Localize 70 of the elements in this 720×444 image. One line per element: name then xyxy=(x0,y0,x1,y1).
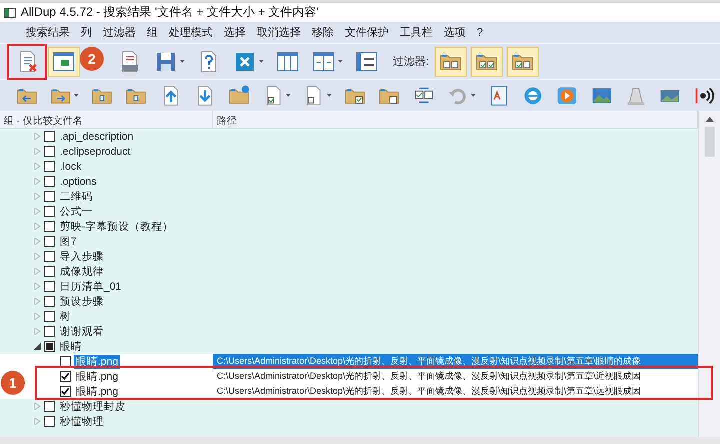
checkbox[interactable] xyxy=(44,131,55,142)
highlight-frame xyxy=(7,44,47,80)
group-name: 谢谢观看 xyxy=(59,324,105,338)
checkbox[interactable] xyxy=(44,221,55,232)
group-name: 日历清单_01 xyxy=(59,280,123,294)
menu-item[interactable]: 搜索结果 xyxy=(26,25,70,40)
checkbox[interactable] xyxy=(44,416,55,427)
file-path: C:\Users\Administrator\Desktop\光的折射、反射、平面镜成像、漫反射\知识点视频录制\第五章\近视眼成因 xyxy=(216,370,642,383)
checkbox[interactable] xyxy=(60,371,71,382)
menu-item[interactable]: 列 xyxy=(81,25,92,40)
menu-item[interactable]: 选项 xyxy=(444,25,466,40)
checkbox[interactable] xyxy=(44,401,55,412)
menu-item[interactable]: 处理模式 xyxy=(169,25,213,40)
checkbox[interactable] xyxy=(44,161,55,172)
checkbox[interactable] xyxy=(44,326,55,337)
group-name: 眼睛 xyxy=(59,340,83,354)
group-name: 导入步骤 xyxy=(59,250,105,264)
file-name[interactable]: 眼睛.png xyxy=(74,384,120,398)
caret-icon xyxy=(327,94,332,97)
menu-item[interactable]: ? xyxy=(477,26,484,38)
checkbox[interactable] xyxy=(44,281,55,292)
menu-item[interactable]: 移除 xyxy=(312,25,334,40)
group-name: 二维码 xyxy=(59,190,94,204)
menu-item[interactable]: 过滤器 xyxy=(103,25,136,40)
columns-icon xyxy=(276,50,300,74)
checkbox[interactable] xyxy=(44,191,55,202)
group-name: 成像规律 xyxy=(59,264,105,278)
checkbox[interactable] xyxy=(44,311,55,322)
caret-icon xyxy=(338,60,343,63)
checkbox[interactable] xyxy=(44,236,55,247)
caret-icon xyxy=(470,94,476,97)
file-path: C:\Users\Administrator\Desktop\光的折射、反射、平面镜成像、漫反射\知识点视频录制\第五章\远视眼成因 xyxy=(216,385,642,398)
group-name: .eclipseproduct xyxy=(59,144,132,158)
menu-item[interactable]: 文件保护 xyxy=(345,25,389,40)
group-name: 秒懂物理封皮 xyxy=(59,400,127,414)
app-icon xyxy=(4,6,16,18)
caret-icon xyxy=(286,94,292,97)
group-name: 剪映-字幕预设（教程） xyxy=(59,220,174,234)
checkbox[interactable] xyxy=(44,341,55,352)
group-name: .api_description xyxy=(59,130,135,144)
scroll-thumb[interactable] xyxy=(704,127,714,157)
group-name: .options xyxy=(59,174,98,188)
caret-icon xyxy=(74,94,80,97)
columns-icon xyxy=(312,50,336,74)
checkbox[interactable] xyxy=(44,206,55,217)
scroll-up-icon[interactable] xyxy=(706,116,714,122)
checkbox[interactable] xyxy=(60,356,71,367)
checkbox[interactable] xyxy=(44,176,55,187)
menu-item[interactable]: 取消选择 xyxy=(257,25,301,40)
filter-label: 过滤器: xyxy=(392,55,430,69)
file-name[interactable]: 眼睛.png xyxy=(74,370,120,384)
group-name: .lock xyxy=(59,160,83,174)
caret-icon xyxy=(259,60,264,63)
menu-item[interactable]: 工具栏 xyxy=(400,25,433,40)
group-name: 预设步骤 xyxy=(59,294,105,308)
group-name: 公式一 xyxy=(59,204,94,218)
checkbox[interactable] xyxy=(44,251,55,262)
columns-icon xyxy=(52,50,76,74)
group-name: 图7 xyxy=(59,234,78,248)
checkbox[interactable] xyxy=(60,386,71,397)
window-title: AllDup 4.5.72 - 搜索结果 '文件名 + 文件大小 + 文件内容' xyxy=(21,4,319,21)
group-name: 树 xyxy=(59,310,72,324)
checkbox[interactable] xyxy=(44,266,55,277)
checkbox[interactable] xyxy=(44,146,55,157)
menu-item[interactable]: 选择 xyxy=(224,25,246,40)
menu-item[interactable]: 组 xyxy=(147,25,158,40)
group-name: 秒懂物理 xyxy=(59,414,105,428)
caret-icon xyxy=(180,60,185,63)
checkbox[interactable] xyxy=(44,296,55,307)
collapse-icon[interactable] xyxy=(34,343,41,350)
